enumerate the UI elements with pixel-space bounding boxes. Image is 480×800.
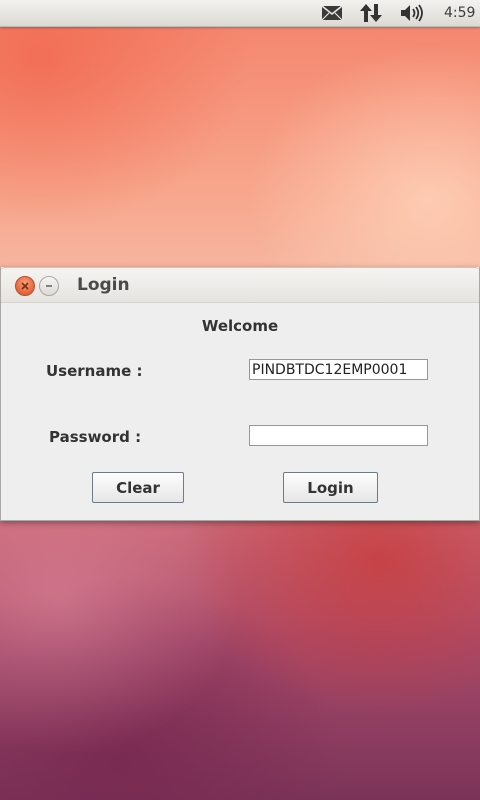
minimize-button[interactable] (39, 276, 59, 296)
mail-icon[interactable] (320, 4, 344, 22)
network-arrows-icon[interactable] (360, 4, 382, 22)
close-button[interactable] (15, 276, 35, 296)
username-field[interactable] (249, 359, 428, 380)
password-label: Password : (49, 428, 142, 446)
login-button[interactable]: Login (283, 472, 378, 503)
volume-icon[interactable] (400, 4, 426, 22)
title-bar[interactable]: Login (1, 267, 479, 303)
clock[interactable]: 4:59 (444, 4, 475, 22)
username-label: Username : (46, 362, 143, 380)
password-field[interactable] (249, 425, 428, 446)
window-title: Login (77, 275, 130, 295)
top-panel: 4:59 (0, 0, 480, 27)
welcome-heading: Welcome (201, 317, 279, 335)
login-window: Login Welcome Username : Password : Clea… (0, 267, 480, 521)
close-icon (21, 282, 29, 290)
minimize-icon (46, 285, 52, 287)
clear-button[interactable]: Clear (92, 472, 184, 503)
